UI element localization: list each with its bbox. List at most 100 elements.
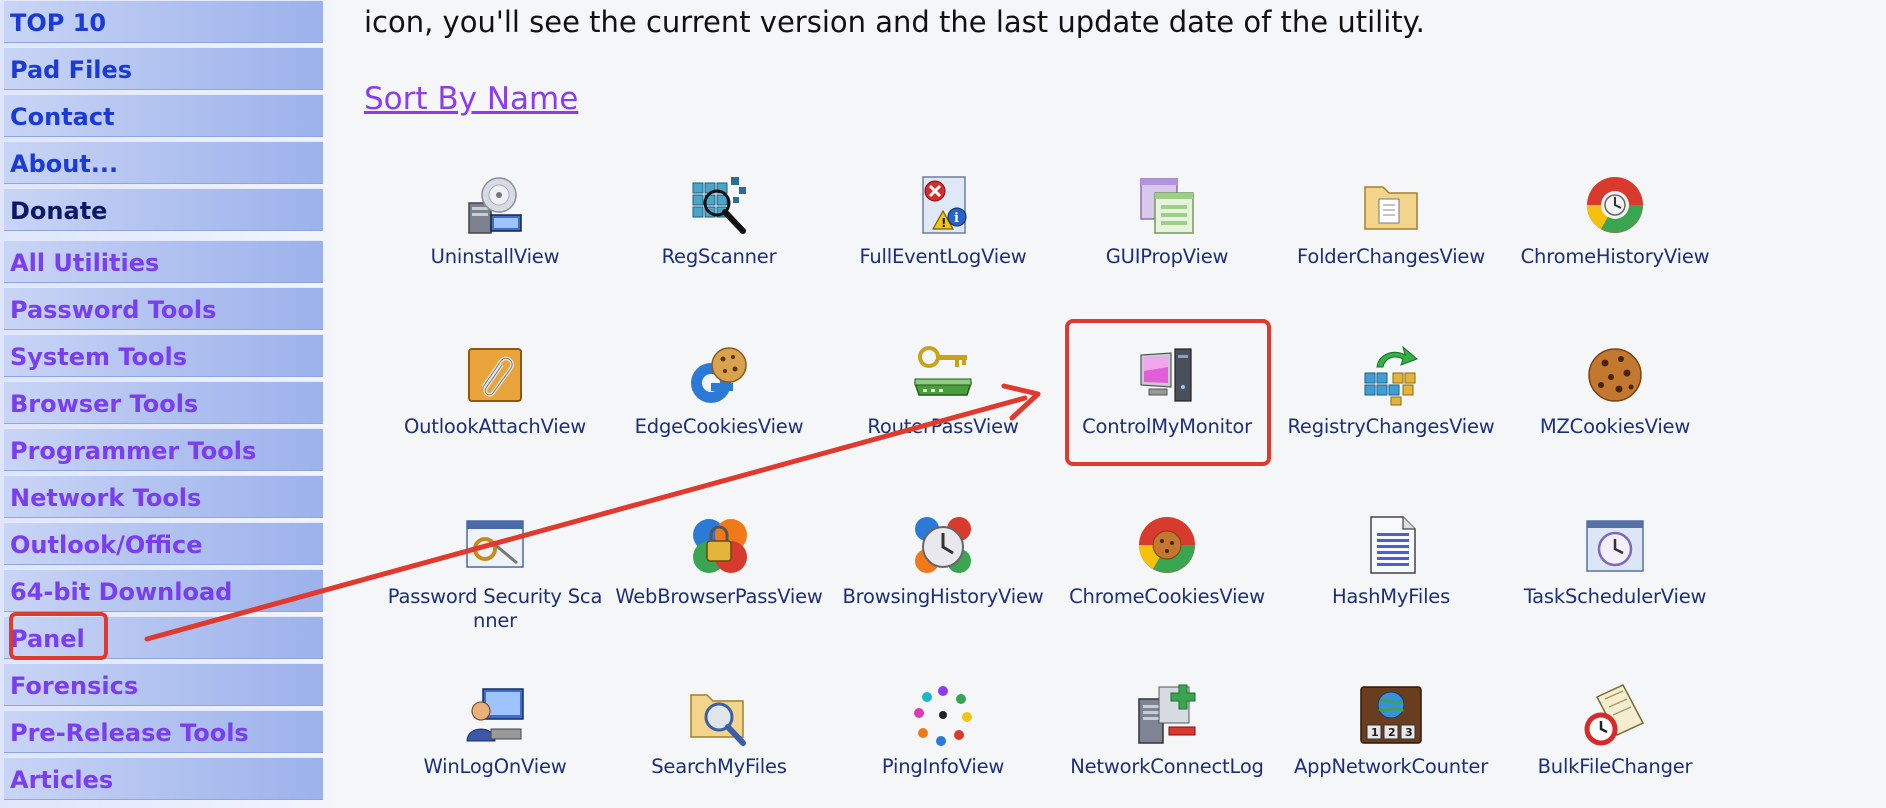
utility-name: RouterPassView: [867, 415, 1019, 438]
utility-name: UninstallView: [430, 245, 560, 268]
utility-item[interactable]: TaskSchedulerView: [1503, 513, 1727, 663]
cd-computer-icon: [468, 177, 522, 234]
utility-item[interactable]: WinLogOnView: [383, 683, 607, 808]
utility-name: WebBrowserPassView: [615, 585, 823, 608]
registry-scan-icon: [692, 177, 746, 234]
document-icon: [1370, 516, 1416, 574]
nav-label: TOP 10: [10, 9, 107, 37]
utility-item[interactable]: FolderChangesView: [1279, 173, 1503, 323]
user-computer-icon: [466, 688, 524, 742]
utility-item[interactable]: MZCookiesView: [1503, 343, 1727, 493]
utility-item[interactable]: ! i FullEventLogView: [831, 173, 1055, 323]
utility-item[interactable]: RegistryChangesView: [1279, 343, 1503, 493]
gui-windows-icon: [1140, 178, 1194, 234]
nav-item-about[interactable]: About...: [4, 141, 323, 184]
utility-item[interactable]: 123 AppNetworkCounter: [1279, 683, 1503, 808]
paperclip-icon: [468, 348, 522, 402]
nav-label: Pad Files: [10, 56, 133, 84]
utility-item[interactable]: BulkFileChanger: [1503, 683, 1727, 808]
nav-item-64bit-download[interactable]: 64-bit Download: [4, 569, 323, 612]
router-key-icon: [913, 346, 973, 396]
nav-item-browser-tools[interactable]: Browser Tools: [4, 381, 323, 424]
utility-item[interactable]: RegScanner: [607, 173, 831, 323]
edge-cookie-icon: [691, 347, 747, 403]
password-scanner-icon: [466, 520, 524, 568]
sort-by-name-link[interactable]: Sort By Name: [364, 80, 578, 118]
dots-ring-icon: [914, 686, 972, 746]
nav-label: Password Tools: [10, 296, 217, 324]
utility-item[interactable]: HashMyFiles: [1279, 513, 1503, 663]
utility-item[interactable]: RouterPassView: [831, 343, 1055, 493]
nav-label: Donate: [10, 197, 108, 225]
svg-text:!: !: [941, 216, 946, 230]
svg-text:i: i: [954, 211, 959, 226]
controlmymonitor-highlight-box: [1065, 319, 1271, 466]
utility-name: BulkFileChanger: [1537, 755, 1693, 778]
file-clock-icon: [1584, 684, 1645, 746]
utility-name: EdgeCookiesView: [634, 415, 804, 438]
utility-item[interactable]: GUIPropView: [1055, 173, 1279, 323]
utility-name: Password Security Scanner: [387, 585, 603, 632]
nav-item-password-tools[interactable]: Password Tools: [4, 287, 323, 330]
nav-label: About...: [10, 150, 119, 178]
utility-name: AppNetworkCounter: [1293, 755, 1489, 778]
utility-name: ChromeCookiesView: [1069, 585, 1265, 608]
chrome-history-icon: [1587, 177, 1643, 233]
nav-item-forensics[interactable]: Forensics: [4, 663, 323, 706]
nav-item-all-utilities[interactable]: All Utilities: [4, 240, 323, 283]
sidebar-nav: TOP 10 Pad Files Contact About... Donate…: [0, 0, 344, 808]
utility-name: OutlookAttachView: [403, 415, 587, 438]
nav-item-outlook-office[interactable]: Outlook/Office: [4, 522, 323, 565]
utility-name: FolderChangesView: [1297, 245, 1485, 268]
nav-item-network-tools[interactable]: Network Tools: [4, 475, 323, 518]
clock-icon: [1586, 520, 1644, 572]
utility-item[interactable]: SearchMyFiles: [607, 683, 831, 808]
utility-item[interactable]: NetworkConnectLog: [1055, 683, 1279, 808]
network-connect-icon: [1138, 684, 1196, 744]
utility-name: RegScanner: [661, 245, 777, 268]
folder-icon: [1364, 186, 1418, 230]
nav-label: Forensics: [10, 672, 139, 700]
nav-label: Articles: [10, 766, 114, 794]
utility-item[interactable]: OutlookAttachView: [383, 343, 607, 493]
app-counter-icon: 123: [1360, 686, 1422, 744]
utility-name: TaskSchedulerView: [1523, 585, 1707, 608]
utility-item[interactable]: PingInfoView: [831, 683, 1055, 808]
utility-name: WinLogOnView: [423, 755, 567, 778]
nav-label: Browser Tools: [10, 390, 199, 418]
utility-item[interactable]: EdgeCookiesView: [607, 343, 831, 493]
nav-label: Programmer Tools: [10, 437, 257, 465]
utility-name: HashMyFiles: [1331, 585, 1451, 608]
utility-item[interactable]: BrowsingHistoryView: [831, 513, 1055, 663]
registry-changes-icon: [1364, 345, 1418, 406]
page: TOP 10 Pad Files Contact About... Donate…: [0, 0, 1886, 808]
utility-name: NetworkConnectLog: [1070, 755, 1264, 778]
nav-label: System Tools: [10, 343, 187, 371]
nav-item-donate[interactable]: Donate: [4, 188, 323, 231]
nav-label: All Utilities: [10, 249, 160, 277]
utility-item[interactable]: ChromeCookiesView: [1055, 513, 1279, 663]
nav-label: Outlook/Office: [10, 531, 203, 559]
utility-name: MZCookiesView: [1539, 415, 1691, 438]
intro-text: icon, you'll see the current version and…: [364, 5, 1425, 39]
svg-text:3: 3: [1405, 726, 1413, 739]
nav-item-pad-files[interactable]: Pad Files: [4, 47, 323, 90]
nav-item-articles[interactable]: Articles: [4, 757, 323, 800]
utility-item[interactable]: ChromeHistoryView: [1503, 173, 1727, 323]
utility-name: BrowsingHistoryView: [842, 585, 1044, 608]
nav-label: Pre-Release Tools: [10, 719, 249, 747]
nav-item-top10[interactable]: TOP 10: [4, 0, 323, 43]
svg-text:2: 2: [1388, 726, 1396, 739]
nav-item-programmer-tools[interactable]: Programmer Tools: [4, 428, 323, 471]
nav-item-pre-release-tools[interactable]: Pre-Release Tools: [4, 710, 323, 753]
panel-highlight-box: [9, 612, 108, 660]
utility-item[interactable]: WebBrowserPassView: [607, 513, 831, 663]
utility-item[interactable]: UninstallView: [383, 173, 607, 323]
event-log-icon: ! i: [922, 176, 967, 234]
chrome-cookie-icon: [1139, 517, 1195, 573]
nav-item-system-tools[interactable]: System Tools: [4, 334, 323, 377]
utility-item[interactable]: Password Security Scanner: [383, 513, 607, 663]
browsing-history-icon: [915, 517, 971, 573]
utility-name: SearchMyFiles: [651, 755, 787, 778]
nav-item-contact[interactable]: Contact: [4, 94, 323, 137]
